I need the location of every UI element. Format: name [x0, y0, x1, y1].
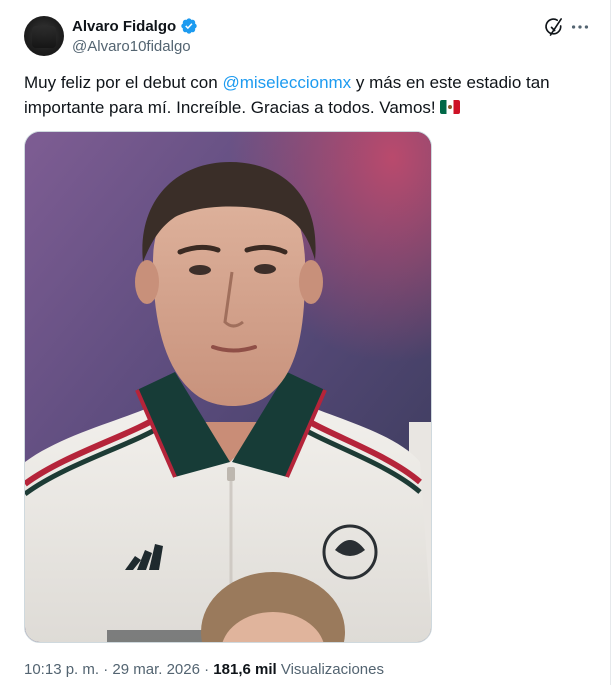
mention-link[interactable]: @mi​seleccionmx	[222, 73, 351, 92]
tweet-meta: 10:13 p. m. · 29 mar. 2026 · 181,6 mil V…	[24, 661, 384, 678]
author-name[interactable]: Alvaro Fidalgo	[72, 18, 176, 35]
tweet-date[interactable]: 29 mar. 2026	[112, 661, 200, 678]
author-handle[interactable]: @Alvaro10fidalgo	[72, 38, 191, 55]
tweet-article[interactable]: Alvaro Fidalgo @Alvaro10fidalgo Muy feli…	[0, 0, 610, 685]
verified-badge-icon	[181, 18, 197, 34]
tweet-photo[interactable]	[24, 131, 432, 643]
player-photo-illustration	[25, 132, 431, 642]
tweet-time[interactable]: 10:13 p. m.	[24, 661, 99, 678]
meta-separator-2: ·	[199, 661, 214, 678]
tweet-text: Muy feliz por el debut con @mi​seleccion…	[24, 70, 584, 120]
mexico-flag-icon	[439, 100, 460, 114]
views-count[interactable]: 181,6 mil	[213, 661, 276, 678]
meta-separator: ·	[99, 661, 113, 678]
frame-divider	[610, 0, 611, 685]
author-name-row[interactable]: Alvaro Fidalgo	[72, 17, 198, 35]
grok-button[interactable]	[543, 16, 565, 38]
avatar[interactable]	[24, 16, 64, 56]
grok-icon	[545, 18, 562, 36]
more-icon	[571, 25, 589, 29]
more-options-button[interactable]	[569, 16, 591, 38]
tweet-text-before: Muy feliz por el debut con	[24, 73, 223, 92]
views-label: Visualizaciones	[276, 661, 384, 678]
